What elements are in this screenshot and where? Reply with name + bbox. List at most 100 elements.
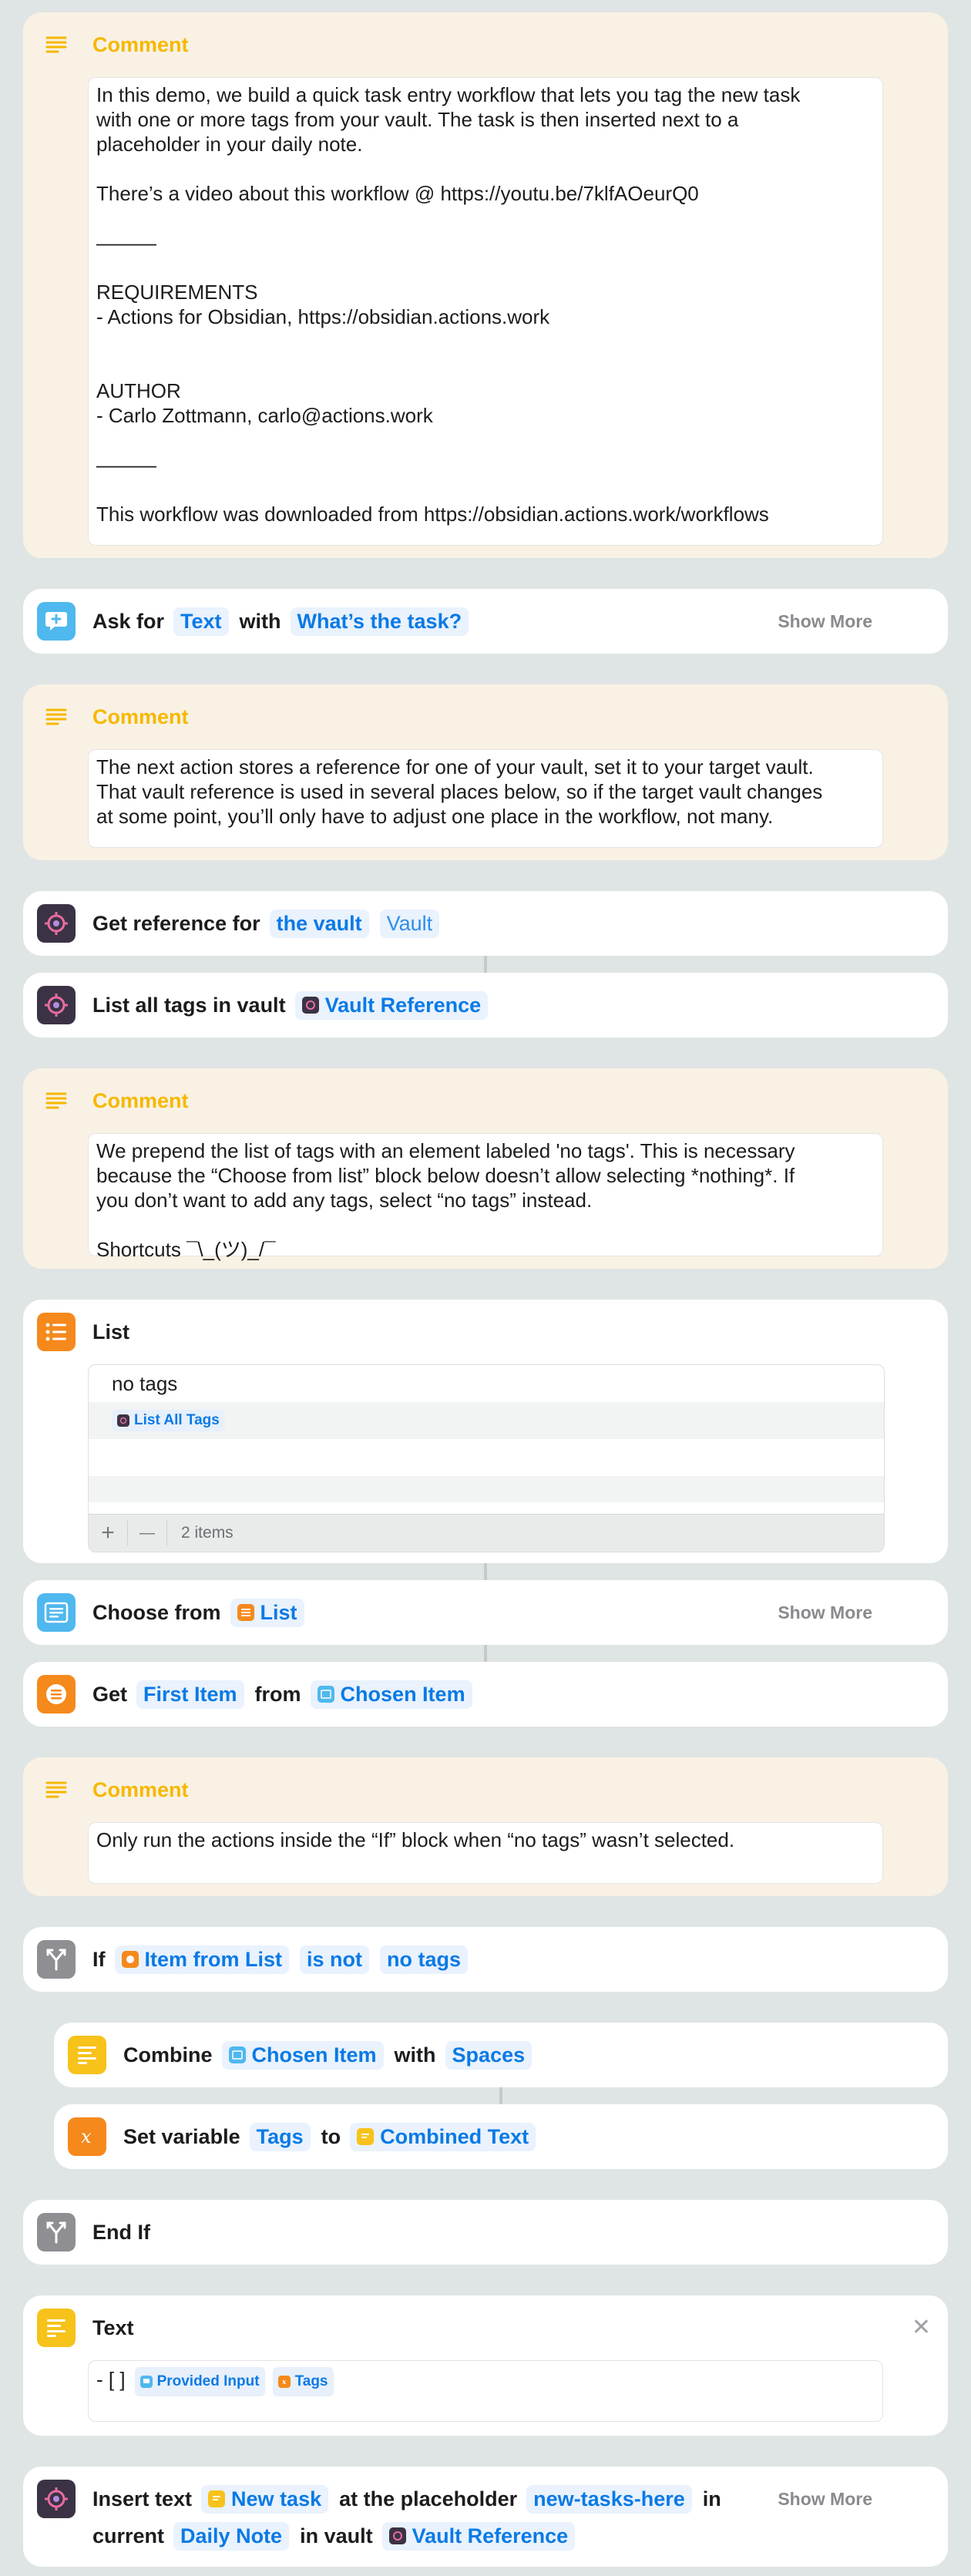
list-item-empty[interactable] (89, 1476, 884, 1502)
placeholder-label: at the placeholder (339, 2487, 518, 2510)
list-title: List (92, 1320, 130, 1343)
if-label: If (92, 1947, 106, 1971)
choose-list-icon (37, 1593, 76, 1632)
condition-value-token[interactable]: no tags (380, 1945, 469, 1974)
combine-text-action[interactable]: Combine Chosen Item with Spaces (54, 2023, 948, 2087)
show-more-button[interactable]: Show More (778, 1602, 872, 1623)
comment-line (96, 255, 875, 280)
comment-line (96, 206, 875, 230)
input-type-token[interactable]: Text (173, 607, 229, 636)
current-label: current (92, 2524, 165, 2547)
obsidian-icon (117, 1414, 129, 1427)
variable-name-token[interactable]: Tags (249, 2122, 311, 2151)
vault-reference-token[interactable]: Vault Reference (294, 990, 489, 1020)
prompt-token[interactable]: What’s the task? (290, 607, 469, 636)
list-all-tags-token[interactable]: List All Tags (112, 1410, 225, 1431)
item-from-list-label: Item from List (144, 1947, 283, 1971)
end-if-label: End If (92, 2220, 150, 2244)
comment-text[interactable]: We prepend the list of tags with an elem… (88, 1133, 883, 1261)
placeholder-token[interactable]: new-tasks-here (526, 2484, 692, 2514)
close-icon[interactable]: ✕ (912, 2314, 931, 2341)
add-item-button[interactable]: + (89, 1521, 128, 1545)
choose-label: Choose from (92, 1600, 221, 1624)
comment-text[interactable]: Only run the actions inside the “If” blo… (88, 1822, 883, 1884)
insert-label: Insert text (92, 2487, 193, 2510)
remove-item-button[interactable]: — (128, 1521, 167, 1545)
daily-note-token[interactable]: Daily Note (173, 2521, 290, 2551)
vault-reference-label: Vault Reference (324, 993, 482, 1017)
item-count: 2 items (181, 1524, 234, 1542)
with-label: with (239, 609, 281, 633)
get-vault-reference-action[interactable]: Get reference for the vault Vault (23, 891, 948, 956)
insert-text-action[interactable]: Insert text New task at the placeholder … (23, 2467, 948, 2567)
comment-line: - Carlo Zottmann, carlo@actions.work (96, 404, 433, 427)
comment-line: That vault reference is used in several … (96, 780, 823, 803)
list-item-text: no tags (112, 1371, 178, 1395)
list-action[interactable]: List no tags List All Tags + — 2 items (23, 1300, 948, 1563)
show-more-button[interactable]: Show More (778, 611, 872, 632)
text-content-field[interactable]: - [ ] Provided Input x Tags (88, 2360, 883, 2422)
condition-token[interactable]: is not (300, 1945, 370, 1974)
chosen-item-label: Chosen Item (251, 2043, 377, 2067)
set-variable-action[interactable]: x Set variable Tags to Combined Text (54, 2104, 948, 2169)
ask-for-input-action[interactable]: Ask for Text with What’s the task? Show … (23, 589, 948, 654)
list-item[interactable]: no tags (89, 1365, 884, 1402)
new-task-token[interactable]: New task (201, 2484, 329, 2514)
list-icon (37, 1313, 76, 1351)
comment-line: placeholder in your daily note. (96, 133, 363, 156)
chosen-item-token[interactable]: Chosen Item (221, 2040, 384, 2070)
separator-token[interactable]: Spaces (445, 2040, 533, 2070)
comment-block-if: Comment Only run the actions inside the … (23, 1757, 948, 1896)
vault-reference-token[interactable]: Vault Reference (381, 2521, 576, 2551)
flow-connector (484, 1563, 487, 1580)
item-from-list-token[interactable]: Item from List (114, 1945, 290, 1974)
comment-lines-icon (37, 1771, 76, 1809)
comment-line (96, 354, 875, 378)
comment-line: Shortcuts ¯\_(ツ)_/¯ (96, 1238, 276, 1261)
comment-lines-icon (37, 25, 76, 64)
vault-placeholder-token[interactable]: Vault (379, 909, 440, 938)
list-all-tags-action[interactable]: List all tags in vault Vault Reference (23, 973, 948, 1037)
to-label: to (321, 2124, 341, 2148)
comment-line (96, 156, 875, 181)
item-position-token[interactable]: First Item (136, 1680, 244, 1709)
show-more-button[interactable]: Show More (778, 2489, 872, 2510)
comment-title: Comment (92, 705, 189, 728)
comment-line: ——— (96, 453, 156, 476)
get-item-from-list-action[interactable]: Get First Item from Chosen Item (23, 1662, 948, 1727)
chosen-item-label: Chosen Item (340, 1682, 465, 1706)
comment-lines-icon (37, 1081, 76, 1120)
obsidian-icon (37, 986, 76, 1024)
combined-text-token[interactable]: Combined Text (350, 2122, 536, 2151)
from-label: from (254, 1682, 301, 1706)
tags-variable-token[interactable]: x Tags (272, 2367, 334, 2396)
list-source-token[interactable]: List (230, 1598, 304, 1627)
list-item-empty[interactable] (89, 1439, 884, 1476)
comment-text[interactable]: The next action stores a reference for o… (88, 749, 883, 848)
flow-connector (484, 956, 487, 973)
choose-from-list-action[interactable]: Choose from List Show More (23, 1580, 948, 1645)
in-vault-label: in vault (300, 2524, 373, 2547)
ask-input-icon (37, 602, 76, 641)
comment-block-no-tags: Comment We prepend the list of tags with… (23, 1068, 948, 1269)
branch-icon (37, 1940, 76, 1979)
list-source-label: List (260, 1600, 297, 1624)
in-label: in (702, 2487, 721, 2510)
text-action[interactable]: Text ✕ - [ ] Provided Input x Tags (23, 2295, 948, 2436)
with-label: with (394, 2043, 436, 2067)
comment-line: AUTHOR (96, 379, 181, 402)
obsidian-icon (37, 904, 76, 943)
vault-reference-label: Vault Reference (412, 2524, 569, 2547)
provided-input-label: Provided Input (156, 2373, 260, 2389)
end-if-action[interactable]: End If (23, 2200, 948, 2265)
provided-input-token[interactable]: Provided Input (134, 2367, 265, 2396)
list-icon (237, 1604, 254, 1621)
vault-target-token[interactable]: the vault (269, 909, 369, 938)
chosen-item-token[interactable]: Chosen Item (310, 1680, 472, 1709)
comment-line: This workflow was downloaded from https:… (96, 503, 769, 526)
list-item[interactable]: List All Tags (89, 1402, 884, 1439)
get-label: Get (92, 1682, 128, 1706)
if-action[interactable]: If Item from List is not no tags (23, 1927, 948, 1992)
variable-icon: x (68, 2117, 106, 2156)
comment-text[interactable]: In this demo, we build a quick task entr… (88, 77, 883, 546)
